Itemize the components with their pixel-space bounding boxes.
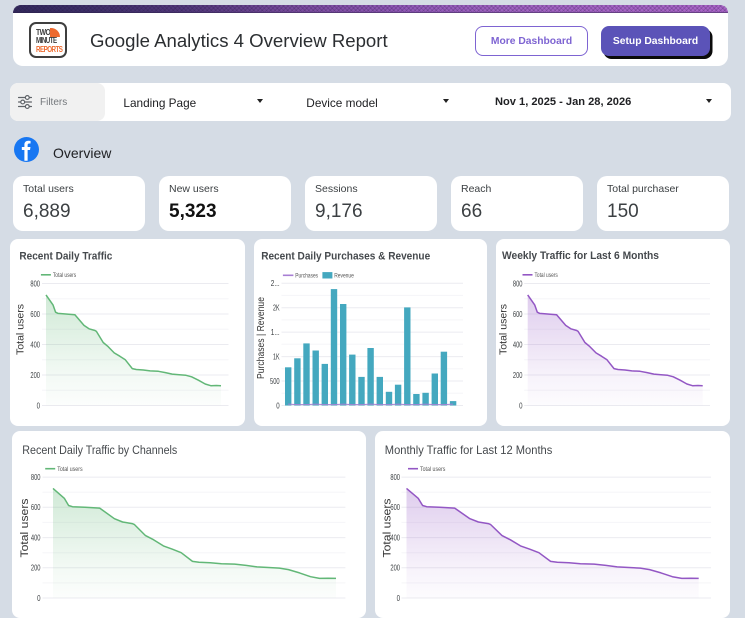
svg-text:0: 0 [37, 400, 41, 410]
svg-text:0: 0 [397, 592, 401, 602]
svg-text:500: 500 [270, 375, 280, 385]
svg-text:Total users: Total users [499, 304, 510, 355]
svg-text:600: 600 [31, 502, 41, 512]
svg-text:2K: 2K [273, 302, 280, 312]
svg-text:Revenue: Revenue [334, 272, 354, 279]
svg-text:200: 200 [31, 562, 41, 572]
svg-text:Total users: Total users [53, 272, 77, 279]
svg-text:Total users: Total users [382, 497, 394, 557]
svg-text:600: 600 [513, 308, 523, 318]
svg-text:600: 600 [30, 308, 40, 318]
svg-text:Weekly Traffic for Last 6 Mont: Weekly Traffic for Last 6 Months [502, 250, 659, 262]
svg-text:400: 400 [31, 532, 41, 542]
svg-text:Total users: Total users [420, 466, 446, 473]
svg-text:200: 200 [513, 369, 523, 379]
svg-text:400: 400 [513, 339, 523, 349]
svg-text:800: 800 [30, 278, 40, 288]
svg-text:2...: 2... [271, 278, 280, 288]
svg-text:1...: 1... [271, 326, 280, 336]
svg-text:Recent Daily Traffic: Recent Daily Traffic [19, 250, 112, 262]
svg-text:0: 0 [276, 400, 280, 410]
svg-text:800: 800 [31, 471, 41, 481]
svg-text:200: 200 [391, 562, 401, 572]
svg-text:Total users: Total users [16, 304, 27, 355]
svg-text:Recent Daily Traffic by Channe: Recent Daily Traffic by Channels [22, 443, 177, 457]
svg-text:800: 800 [513, 278, 523, 288]
svg-text:Total users: Total users [535, 272, 559, 279]
svg-text:400: 400 [30, 339, 40, 349]
svg-text:1K: 1K [273, 351, 280, 361]
svg-text:200: 200 [30, 369, 40, 379]
svg-text:0: 0 [519, 400, 523, 410]
svg-text:0: 0 [37, 592, 41, 602]
svg-text:Monthly Traffic for Last 12 Mo: Monthly Traffic for Last 12 Months [385, 443, 552, 457]
svg-text:Purchases | Revenue: Purchases | Revenue [256, 296, 267, 378]
svg-text:Total users: Total users [19, 497, 31, 557]
svg-text:Purchases: Purchases [295, 272, 318, 279]
svg-text:Recent Daily Purchases & Reven: Recent Daily Purchases & Revenue [261, 250, 430, 262]
svg-text:Total users: Total users [57, 466, 83, 473]
svg-text:800: 800 [391, 471, 401, 481]
